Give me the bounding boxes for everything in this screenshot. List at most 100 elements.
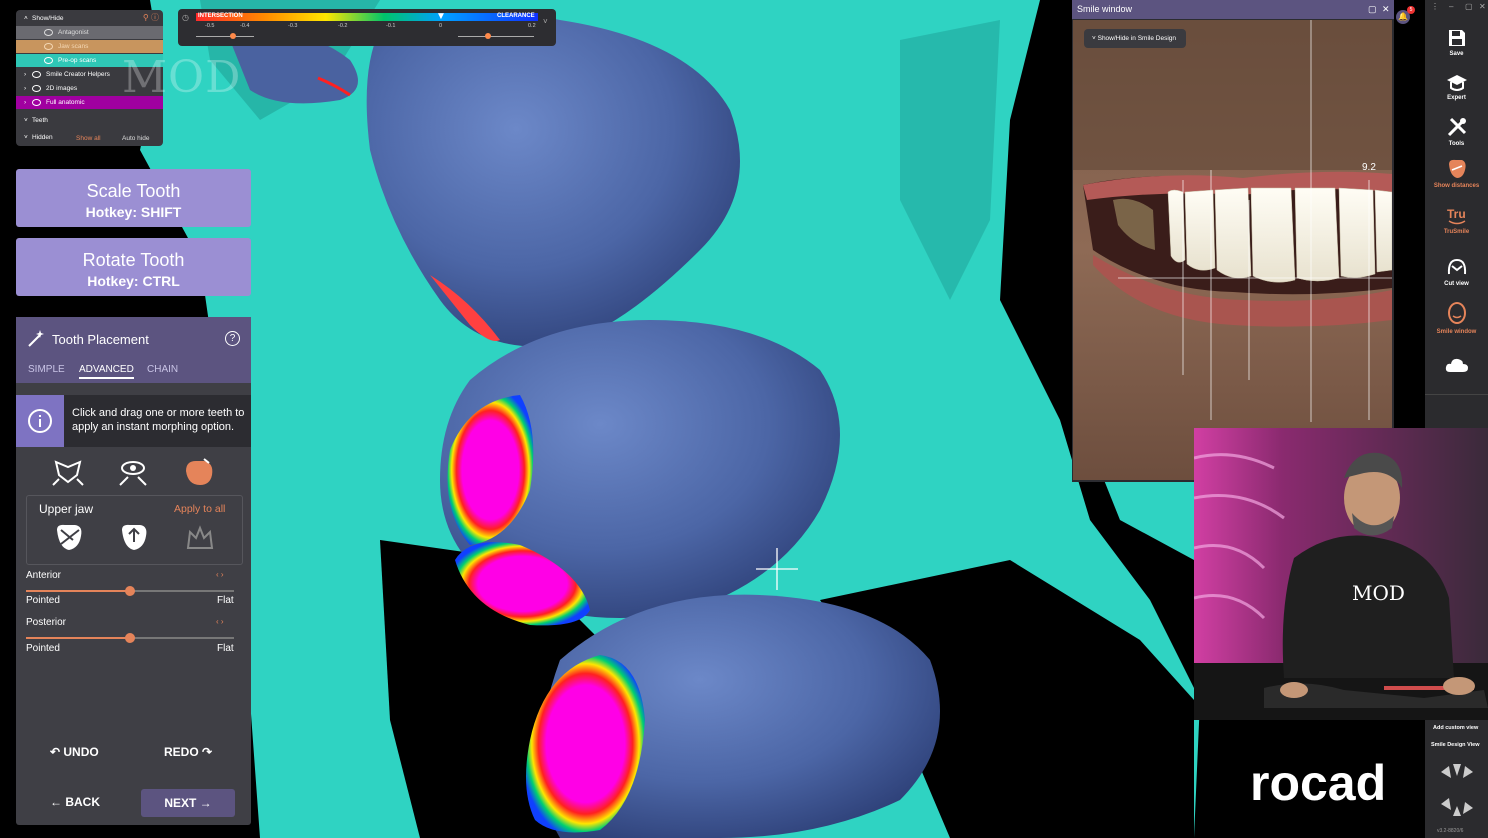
toolbar-save-label: Save [1449, 51, 1464, 57]
intersection-slider-track[interactable] [196, 36, 254, 37]
save-icon [1448, 30, 1465, 46]
slider-label-anterior: Anterior [26, 570, 62, 581]
restore-icon[interactable]: ▢ [1465, 2, 1473, 11]
panel-title: Tooth Placement [52, 332, 149, 347]
tick-label: -0.3 [288, 23, 298, 29]
clearance-scale: ◷ INTERSECTION CLEARANCE ▼ -0.5 -0.4 -0.… [178, 9, 556, 46]
eye-icon[interactable] [44, 42, 53, 50]
posterior-slider-fill [26, 637, 130, 639]
toolbar-trusmile-label: TruSmile [1443, 229, 1470, 235]
anterior-slider-fill [26, 590, 130, 592]
toolbar-save[interactable]: Save [1425, 28, 1488, 57]
toolbar-cut-view-label: Cut view [1444, 281, 1469, 287]
apply-to-all-link[interactable]: Apply to all [174, 503, 225, 515]
toolbar-expert-label: Expert [1447, 95, 1466, 101]
smile-design-toggle[interactable]: ˅ Show/Hide in Smile Design [1084, 29, 1187, 48]
smile-photo[interactable] [1073, 20, 1392, 480]
chevron-down-icon[interactable]: ˅ [543, 17, 548, 26]
upper-jaw-box: Upper jaw Apply to all [26, 495, 243, 565]
close-icon[interactable]: ✕ [1479, 2, 1486, 11]
posterior-min-label: Pointed [26, 643, 60, 654]
toolbar-trusmile[interactable]: Tru TruSmile [1425, 206, 1488, 235]
cloud-icon [1445, 358, 1468, 372]
toolbar-smile-window[interactable]: Smile window [1425, 302, 1488, 335]
scale-tooth-button[interactable]: Scale Tooth Hotkey: SHIFT [16, 169, 251, 227]
tick-label: -0.4 [240, 23, 250, 29]
eye-icon[interactable] [44, 28, 53, 36]
anterior-min-label: Pointed [26, 595, 60, 606]
slider-label-posterior: Posterior [26, 617, 67, 628]
cut-view-icon [1447, 258, 1466, 275]
eye-icon[interactable] [32, 70, 41, 78]
tab-chain[interactable]: CHAIN [147, 364, 178, 375]
arrow-right-icon: → [196, 796, 212, 810]
show-hide-header[interactable]: ˄ Show/Hide [16, 12, 163, 25]
posterior-slider[interactable] [26, 633, 234, 643]
posterior-max-label: Flat [217, 643, 234, 654]
anterior-slider[interactable] [26, 586, 234, 596]
help-icon[interactable]: ? [225, 331, 240, 346]
clearance-settings-icon[interactable]: ◷ [182, 13, 189, 22]
tooth-cut-icon[interactable] [53, 522, 85, 554]
toolbar-smile-window-label: Smile window [1436, 329, 1477, 335]
intersection-slider-knob[interactable] [230, 33, 236, 39]
info-text: Click and drag one or more teeth to appl… [72, 407, 245, 433]
crown-icon[interactable] [184, 522, 216, 554]
maximize-icon[interactable]: ▢ [1368, 0, 1377, 19]
toolbar-tools[interactable]: Tools [1425, 116, 1488, 147]
tick-label: 0 [439, 23, 443, 29]
eye-icon[interactable] [32, 84, 41, 92]
version-label: v3.2-8820/6 [1437, 828, 1464, 834]
clearance-slider-knob[interactable] [485, 33, 491, 39]
menu-icon[interactable]: ⋮ [1431, 2, 1439, 11]
arrows-icon[interactable]: ‹ › [216, 570, 224, 579]
move-teeth-icon[interactable] [51, 457, 85, 487]
auto-hide-link[interactable]: Auto hide [122, 135, 149, 142]
anterior-slider-knob[interactable] [125, 586, 135, 596]
undo-button[interactable]: ↶ UNDO [50, 745, 99, 759]
toolbar-show-distances[interactable]: Show distances [1425, 158, 1488, 189]
eye-icon[interactable] [32, 98, 41, 106]
tooth-up-icon[interactable] [118, 522, 150, 554]
toolbar-divider [1425, 394, 1488, 395]
morph-tooth-icon[interactable] [182, 457, 216, 487]
smile-window: Smile window ▢ ✕ ˅ Show/Hide in Smile De… [1072, 0, 1394, 482]
toolbar-cut-view[interactable]: Cut view [1425, 256, 1488, 287]
layer-antagonist[interactable]: Antagonist [16, 26, 163, 39]
chevron-up-icon: ˄ [24, 15, 28, 22]
redo-button[interactable]: REDO ↷ [164, 745, 212, 759]
minimize-icon[interactable]: – [1449, 2, 1453, 11]
jaw-label: Upper jaw [39, 502, 94, 516]
chevron-right-icon: › [24, 99, 27, 106]
close-icon[interactable]: ✕ [1382, 0, 1390, 19]
info-icon [16, 395, 64, 447]
chevron-down-icon: ˅ [24, 134, 28, 141]
eye-icon[interactable] [44, 56, 53, 64]
next-button[interactable]: NEXT → [141, 789, 235, 817]
tab-simple[interactable]: SIMPLE [28, 364, 65, 375]
back-button[interactable]: ← BACK [50, 795, 100, 809]
toolbar-expert[interactable]: Expert [1425, 74, 1488, 101]
filter-icon[interactable]: ⚲ ⓘ [143, 12, 159, 23]
measurement-label: 9.2 [1362, 162, 1376, 173]
notification-badge: 5 [1407, 6, 1415, 14]
add-custom-view-button[interactable]: Add custom view [1433, 725, 1478, 731]
redo-label: REDO [164, 745, 199, 759]
posterior-slider-knob[interactable] [125, 633, 135, 643]
show-all-link[interactable]: Show all [76, 135, 101, 142]
tick-label: -0.2 [338, 23, 348, 29]
tools-icon [1447, 117, 1466, 137]
view-cube-icon[interactable] [1435, 760, 1479, 820]
rotate-tooth-button[interactable]: Rotate Tooth Hotkey: CTRL [16, 238, 251, 296]
clearance-slider-track[interactable] [458, 36, 534, 37]
toolbar-cloud[interactable] [1425, 356, 1488, 377]
view-transform-icon[interactable] [116, 457, 150, 487]
distances-icon [1448, 159, 1466, 178]
tooth-placement-header: Tooth Placement ? SIMPLE ADVANCED CHAIN [16, 317, 251, 383]
tab-advanced[interactable]: ADVANCED [79, 364, 134, 379]
smile-design-view-label: Smile Design View [1431, 742, 1480, 748]
smile-window-header: Smile window ▢ ✕ [1072, 0, 1394, 19]
arrows-icon[interactable]: ‹ › [216, 617, 224, 626]
tick-label: -0.5 [205, 23, 215, 29]
layer-teeth[interactable]: ˅ Teeth [16, 114, 163, 127]
